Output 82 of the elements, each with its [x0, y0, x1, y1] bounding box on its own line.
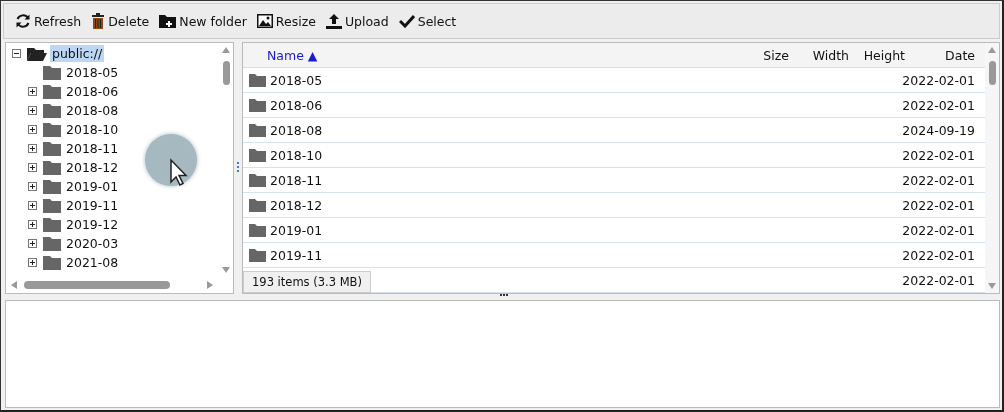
tree-item[interactable]: public:// — [50, 45, 105, 62]
file-name[interactable]: 2018-06 — [270, 97, 323, 113]
tree-item[interactable]: 2018-11 — [64, 140, 121, 157]
folder-icon — [43, 236, 61, 251]
date-cell-text: 2022-02-01 — [902, 172, 976, 188]
folder-icon — [43, 141, 61, 156]
column-header[interactable]: Size — [729, 47, 801, 63]
toolbar-button[interactable]: New folder — [154, 11, 252, 31]
tree-item[interactable]: 2020-03 — [64, 235, 121, 252]
trash-icon — [91, 13, 106, 29]
date-cell-text: 2022-02-01 — [902, 72, 976, 88]
folder-icon — [43, 160, 61, 175]
file-name[interactable]: 2018-11 — [270, 172, 323, 188]
date-cell-text: 2022-02-01 — [902, 197, 976, 213]
column-header[interactable]: Date — [905, 47, 985, 63]
upload-icon — [325, 13, 342, 29]
date-cell-text: 2022-02-01 — [902, 97, 976, 113]
folder-icon — [27, 46, 47, 61]
folder-icon — [43, 122, 61, 137]
cursor-icon — [169, 158, 189, 186]
folder-icon — [43, 198, 61, 213]
tree-item[interactable]: 2021-08 — [64, 254, 121, 271]
toolbar-button[interactable]: Upload — [320, 11, 394, 31]
folder-icon — [43, 255, 61, 270]
toolbar-button[interactable]: Delete — [86, 11, 155, 31]
splitter-handle[interactable] — [500, 294, 509, 296]
folder-icon — [249, 123, 266, 137]
image-icon — [256, 14, 273, 28]
file-name[interactable]: 2019-01 — [270, 222, 323, 238]
column-header[interactable]: Width — [801, 47, 857, 63]
file-name[interactable]: 2019-11 — [270, 247, 323, 263]
refresh-icon — [15, 13, 31, 29]
expand-icon[interactable] — [28, 106, 37, 115]
tree-item[interactable]: 2018-05 — [64, 64, 121, 81]
date-cell-text: 2022-02-01 — [902, 147, 976, 163]
folder-icon — [43, 65, 61, 80]
expand-icon[interactable] — [28, 163, 37, 172]
folder-icon — [249, 248, 266, 262]
folder-icon — [249, 148, 266, 162]
expand-icon[interactable] — [28, 258, 37, 267]
tree-item[interactable]: 2019-11 — [64, 197, 121, 214]
toolbar-button[interactable]: Resize — [251, 11, 321, 31]
expand-icon[interactable] — [28, 220, 37, 229]
file-name[interactable]: 2018-08 — [270, 122, 323, 138]
expand-icon[interactable] — [28, 125, 37, 134]
date-cell-text: 2024-09-19 — [902, 122, 976, 138]
folder-icon — [249, 223, 266, 237]
tree-item[interactable]: 2018-08 — [64, 102, 121, 119]
toolbar-button[interactable]: Refresh — [10, 11, 87, 31]
folder-icon — [43, 103, 61, 118]
tree-item[interactable]: 2018-12 — [64, 159, 121, 176]
scrollbar[interactable] — [985, 43, 999, 293]
folder-icon — [43, 179, 61, 194]
collapse-icon[interactable] — [12, 49, 21, 58]
file-name[interactable]: 2018-12 — [270, 197, 323, 213]
expand-icon[interactable] — [28, 201, 37, 210]
splitter-handle[interactable] — [237, 162, 239, 174]
expand-icon[interactable] — [28, 239, 37, 248]
expand-icon[interactable] — [28, 144, 37, 153]
folder-icon — [43, 84, 61, 99]
date-cell-text: 2022-02-01 — [902, 222, 976, 238]
folder-plus-icon — [159, 14, 177, 28]
folder-icon — [43, 217, 61, 232]
folder-icon — [249, 198, 266, 212]
file-name[interactable]: 2018-10 — [270, 147, 323, 163]
folder-icon — [249, 73, 266, 87]
folder-icon — [249, 98, 266, 112]
expand-icon[interactable] — [28, 182, 37, 191]
toolbar-button[interactable]: Select — [393, 11, 462, 31]
date-cell-text: 2022-02-01 — [902, 272, 976, 288]
tree-item[interactable]: 2019-12 — [64, 216, 121, 233]
column-header[interactable]: Height — [857, 47, 905, 63]
expand-icon[interactable] — [28, 87, 37, 96]
tree-item[interactable]: 2019-01 — [64, 178, 121, 195]
date-cell-text: 2022-02-01 — [902, 247, 976, 263]
status-label: 193 items (3.3 MB) — [243, 271, 371, 293]
column-header[interactable]: Name ▲ — [243, 47, 729, 63]
file-name[interactable]: 2018-05 — [270, 72, 323, 88]
check-icon — [398, 14, 415, 28]
tree-item[interactable]: 2018-10 — [64, 121, 121, 138]
folder-icon — [249, 173, 266, 187]
tree-item[interactable]: 2018-06 — [64, 83, 121, 100]
